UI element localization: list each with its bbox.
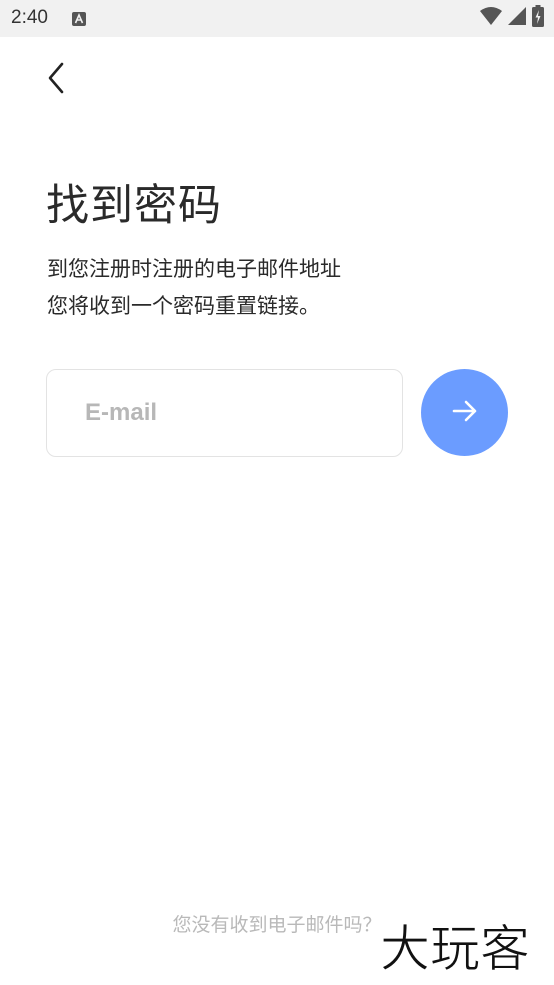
chevron-left-icon [46, 62, 66, 98]
page-title: 找到密码 [46, 181, 222, 231]
watermark-logo: 大玩客 [380, 918, 544, 979]
description-line-1: 到您注册时注册的电子邮件地址 [47, 257, 341, 281]
svg-text:大玩客: 大玩客 [380, 920, 530, 976]
email-field-container[interactable] [46, 369, 403, 457]
battery-icon [532, 5, 544, 31]
status-bar: 2:40 [0, 0, 554, 37]
notification-a-icon [72, 11, 86, 26]
back-button[interactable] [36, 60, 76, 100]
submit-button[interactable] [421, 369, 508, 456]
status-time: 2:40 [11, 7, 48, 28]
wifi-icon [480, 7, 502, 29]
arrow-right-icon [450, 396, 480, 430]
description-line-2: 您将收到一个密码重置链接。 [47, 294, 320, 318]
email-field[interactable] [85, 390, 385, 436]
status-icons [480, 5, 544, 31]
cellular-signal-icon [508, 7, 526, 29]
